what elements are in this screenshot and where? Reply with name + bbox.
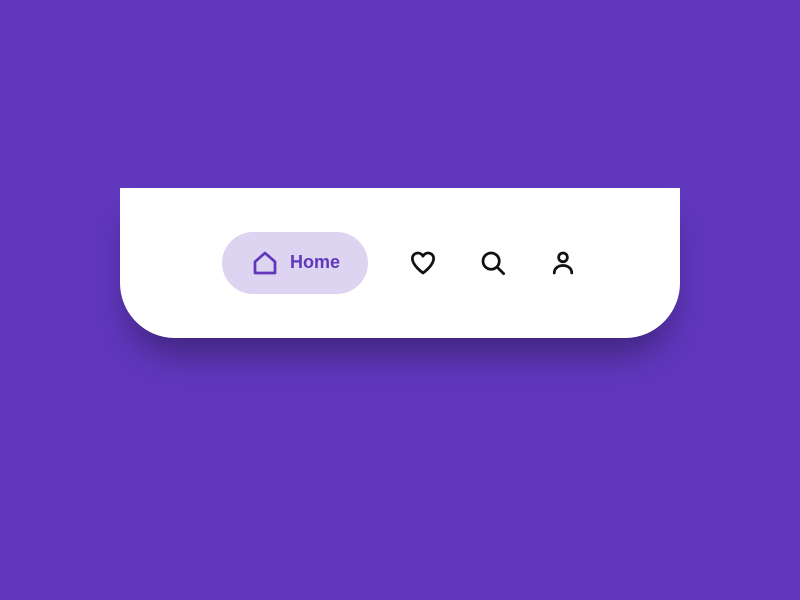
bottom-nav: Home bbox=[120, 188, 680, 338]
nav-item-label: Home bbox=[290, 252, 340, 273]
user-icon bbox=[548, 248, 578, 278]
nav-item-home[interactable]: Home bbox=[222, 232, 368, 294]
home-icon bbox=[250, 248, 280, 278]
nav-item-search[interactable] bbox=[478, 248, 508, 278]
heart-icon bbox=[408, 248, 438, 278]
search-icon bbox=[478, 248, 508, 278]
nav-item-profile[interactable] bbox=[548, 248, 578, 278]
nav-item-favorites[interactable] bbox=[408, 248, 438, 278]
